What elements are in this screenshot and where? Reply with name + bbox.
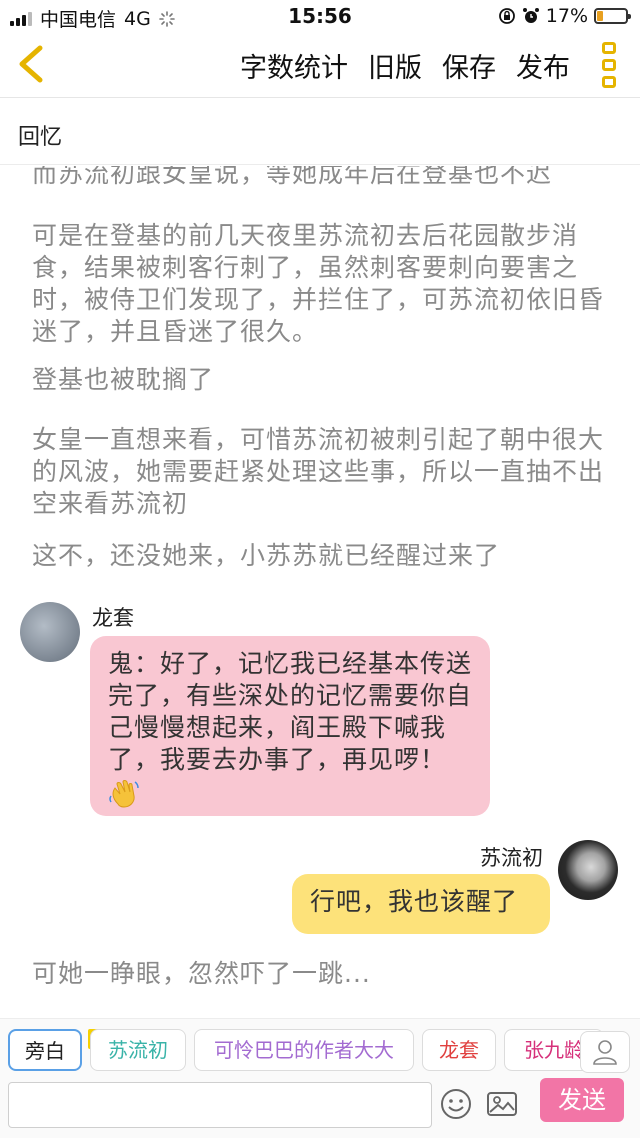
waving-hand-icon xyxy=(109,780,139,808)
word-count-button[interactable]: 字数统计 xyxy=(240,46,348,85)
user-icon xyxy=(593,1040,617,1065)
paragraph: 登基也被耽搁了 xyxy=(32,365,215,394)
avatar[interactable] xyxy=(20,602,80,662)
story-content[interactable]: 而苏流初跟女皇说，等她成年后在登基也不迟 可是在登基的前几天夜里苏流初去后花园散… xyxy=(0,166,640,1006)
image-icon[interactable] xyxy=(484,1086,520,1122)
avatar[interactable] xyxy=(558,840,618,900)
publish-button[interactable]: 发布 xyxy=(516,46,570,85)
back-chevron-icon[interactable] xyxy=(14,44,48,84)
input-bar: 发送 xyxy=(0,1078,640,1138)
paragraph: 这不，还没她来，小苏苏就已经醒过来了 xyxy=(32,541,501,570)
speaker-name: 苏流初 xyxy=(480,846,543,870)
role-chip[interactable]: 苏流初 xyxy=(90,1029,186,1071)
message-text: 行吧，我也该醒了 xyxy=(310,887,519,916)
paragraph: 可是在登基的前几天夜里苏流初去后花园散步消食，结果被刺客行刺了，虽然刺客要刺向要… xyxy=(32,221,605,346)
status-bar: 中国电信 4G 15:56 17% xyxy=(0,0,640,32)
status-right: 17% xyxy=(498,5,631,27)
battery-percent: 17% xyxy=(545,5,588,27)
role-chip[interactable]: 可怜巴巴的作者大大 xyxy=(194,1029,414,1071)
paragraph: 而苏流初跟女皇说，等她成年后在登基也不迟 xyxy=(32,166,553,188)
message-bubble-left[interactable]: 鬼：好了，记忆我已经基本传送完了，有些深处的记忆需要你自己慢慢想起来，阎王殿下喊… xyxy=(90,636,490,816)
editor-screen: 中国电信 4G 15:56 17% 字数统计 旧版 保存 发布 回忆 而苏流初跟… xyxy=(0,0,640,1138)
save-button[interactable]: 保存 xyxy=(442,46,496,85)
old-version-button[interactable]: 旧版 xyxy=(368,46,422,85)
message-text: 鬼：好了，记忆我已经基本传送完了，有些深处的记忆需要你自己慢慢想起来，阎王殿下喊… xyxy=(108,649,473,774)
emoji-icon[interactable] xyxy=(438,1086,474,1122)
chapter-title: 回忆 xyxy=(18,125,63,150)
role-chip[interactable]: 龙套 xyxy=(422,1029,496,1071)
speaker-name: 龙套 xyxy=(92,606,134,630)
message-input[interactable] xyxy=(8,1082,432,1128)
toolbar-actions: 字数统计 旧版 保存 发布 xyxy=(240,46,570,85)
battery-icon xyxy=(594,8,631,24)
chapter-title-field[interactable]: 回忆 xyxy=(0,99,640,165)
top-toolbar: 字数统计 旧版 保存 发布 xyxy=(0,32,640,98)
rotation-lock-icon xyxy=(498,8,515,24)
role-selector: 旁白 主 苏流初 可怜巴巴的作者大大 龙套 张九龄 xyxy=(0,1018,640,1080)
paragraph: 可她一睁眼，忽然吓了一跳... xyxy=(32,959,371,988)
send-button[interactable]: 发送 xyxy=(540,1078,624,1122)
message-bubble-right[interactable]: 行吧，我也该醒了 xyxy=(292,874,550,934)
paragraph: 女皇一直想来看，可惜苏流初被刺引起了朝中很大的风波，她需要赶紧处理这些事，所以一… xyxy=(32,425,605,518)
user-button[interactable] xyxy=(580,1031,630,1073)
alarm-icon xyxy=(522,8,539,23)
role-chip-narration[interactable]: 旁白 xyxy=(8,1029,82,1071)
more-menu-icon[interactable] xyxy=(598,42,620,88)
